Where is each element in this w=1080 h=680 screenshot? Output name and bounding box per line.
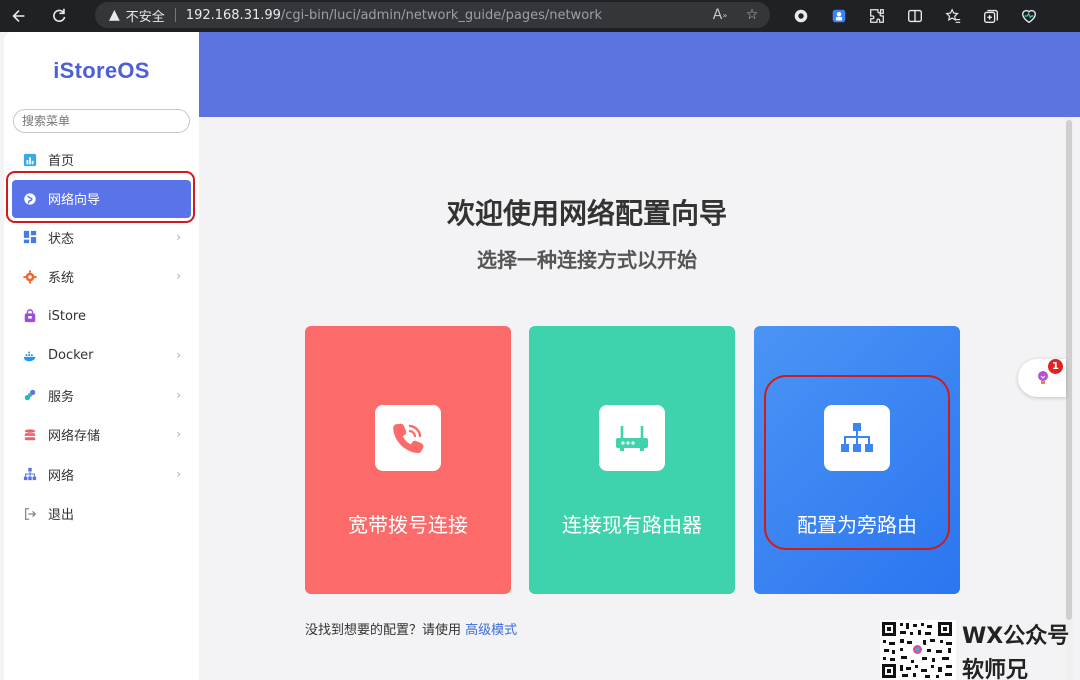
dashboard-icon [22, 152, 38, 168]
collections-icon[interactable] [978, 3, 1004, 29]
warning-icon[interactable]: ▲ [109, 7, 120, 23]
sidebar-item-label: 服务 [48, 389, 75, 405]
router-card-label: 连接现有路由器 [562, 513, 702, 537]
menu-search-input[interactable] [13, 109, 190, 133]
chevron-right-icon: › [176, 387, 181, 402]
chevron-right-icon: › [176, 427, 181, 441]
sidebar-item-label: 网络 [48, 468, 75, 484]
back-button[interactable] [6, 3, 32, 29]
router-card[interactable]: 连接现有路由器 [529, 326, 735, 594]
advanced-mode-note: 没找到想要的配置？请使用 高级模式 [305, 619, 517, 638]
store-bag-icon [22, 308, 38, 324]
advanced-mode-link[interactable]: 高级模式 [465, 623, 517, 638]
extensions-puzzle-icon[interactable] [864, 3, 890, 29]
database-icon [22, 427, 38, 443]
favorite-star-icon[interactable]: ☆ [742, 5, 762, 25]
address-bar[interactable]: ▲ 不安全 192.168.31.99 /cgi-bin/luci/admin/… [95, 2, 770, 28]
sidebar-item-label: 退出 [48, 508, 75, 524]
sidebar-item-docker[interactable]: Docker › [4, 336, 199, 376]
address-divider [174, 8, 176, 22]
docker-whale-icon [22, 348, 38, 364]
sidebar-item-label: 状态 [48, 231, 75, 247]
reload-button[interactable] [46, 3, 72, 29]
sidebar-item-label: 系统 [48, 271, 75, 287]
sidebar-item-label: iStore [48, 308, 86, 324]
pppoe-card[interactable]: 宽带拨号连接 [305, 326, 511, 594]
chevron-right-icon: › [176, 466, 181, 481]
qr-code-image [880, 620, 956, 680]
gear-icon [22, 269, 38, 285]
extension-blue-icon[interactable] [826, 3, 852, 29]
sidebar-item-istore[interactable]: iStore [4, 297, 199, 337]
header-banner [199, 32, 1080, 117]
floating-help-button[interactable]: 1 [1018, 359, 1066, 397]
insecure-label[interactable]: 不安全 [126, 6, 165, 25]
grid-icon [22, 229, 38, 245]
brand-logo[interactable]: iStoreOS [4, 58, 199, 84]
sidebar-item-system[interactable]: 系统 › [4, 257, 199, 297]
sidebar-item-label: Docker [48, 348, 94, 364]
sidebar-item-services[interactable]: 服务 › [4, 376, 199, 416]
read-aloud-icon[interactable]: A» [710, 5, 730, 25]
split-screen-icon[interactable] [902, 3, 928, 29]
browser-toolbar: ▲ 不安全 192.168.31.99 /cgi-bin/luci/admin/… [0, 0, 1080, 32]
sidebar-item-network-storage[interactable]: 网络存储 › [4, 415, 199, 455]
extension-circle-icon[interactable] [788, 3, 814, 29]
advanced-mode-text: 没找到想要的配置？请使用 [305, 623, 462, 638]
sidebar: iStoreOS 首页 网络向导 状态 › 系统 › [4, 32, 199, 680]
sidebar-item-network[interactable]: 网络 › [4, 455, 199, 495]
page-title: 欢迎使用网络配置向导 [446, 197, 727, 230]
scrollbar-thumb[interactable] [1066, 120, 1072, 620]
chevron-right-icon: › [176, 229, 181, 244]
notification-badge: 1 [1048, 359, 1063, 374]
sidebar-item-status[interactable]: 状态 › [4, 218, 199, 258]
favorites-icon[interactable] [940, 3, 966, 29]
chevron-right-icon: › [176, 348, 181, 362]
main-content: 欢迎使用网络配置向导 选择一种连接方式以开始 宽带拨号连接 连接现有路由器 配置… [199, 32, 1080, 680]
highlight-annotation [6, 171, 195, 223]
page-subtitle: 选择一种连接方式以开始 [477, 248, 697, 272]
browser-essentials-icon[interactable] [1016, 3, 1042, 29]
puzzle-icon [22, 387, 38, 403]
url-host[interactable]: 192.168.31.99 [186, 8, 281, 23]
url-path[interactable]: /cgi-bin/luci/admin/network_guide/pages/… [281, 8, 602, 23]
router-icon [599, 405, 665, 471]
pppoe-card-label: 宽带拨号连接 [348, 513, 468, 537]
chevron-right-icon: › [176, 269, 181, 283]
phone-icon [375, 405, 441, 471]
sidebar-item-label: 首页 [48, 154, 75, 170]
sidebar-item-logout[interactable]: 退出 [4, 494, 199, 534]
network-tree-icon [22, 466, 38, 482]
logout-icon [22, 506, 38, 522]
watermark-text: 软师兄 [962, 658, 1029, 680]
highlight-annotation [764, 375, 950, 550]
watermark-text: WX公众号 [962, 624, 1070, 649]
sidebar-item-label: 网络存储 [48, 429, 101, 445]
